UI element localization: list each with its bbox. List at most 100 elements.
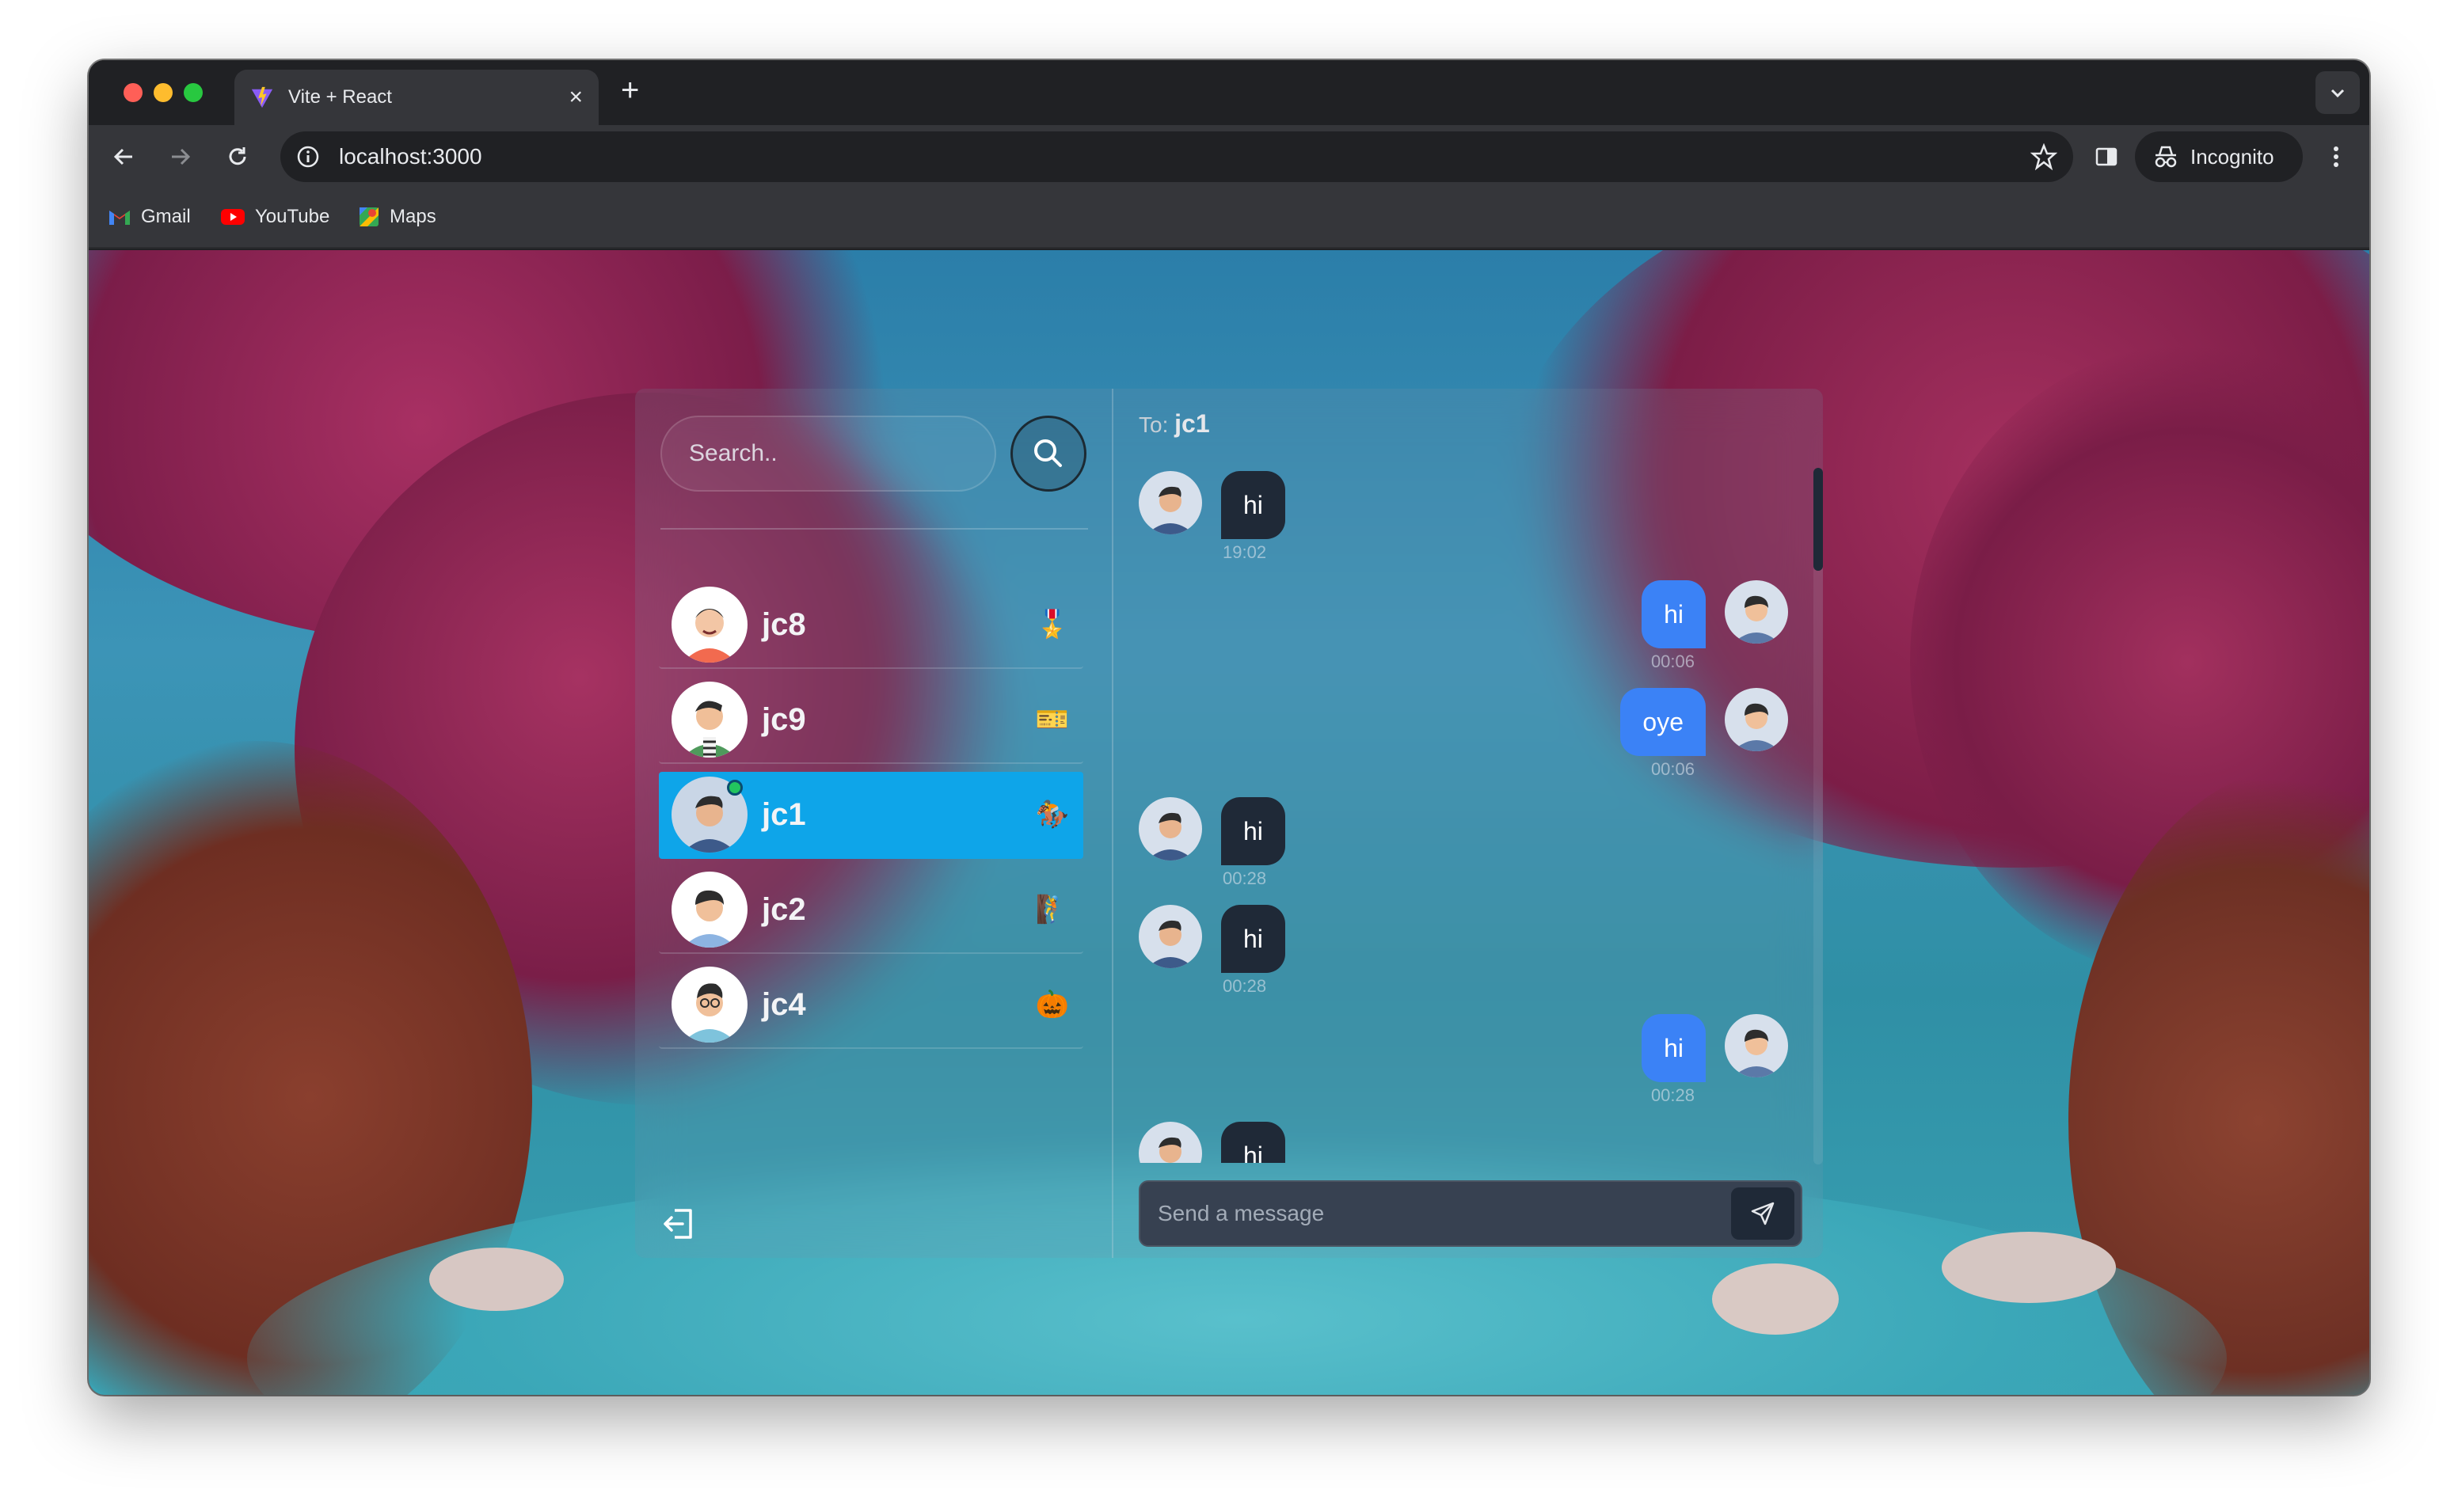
arrow-left-icon	[113, 148, 132, 165]
maps-icon	[360, 207, 379, 226]
chat-panel: jc8 🎖️	[635, 389, 1823, 1258]
sender-avatar	[1139, 905, 1202, 968]
user-avatar-icon	[672, 967, 748, 1043]
message-input[interactable]	[1158, 1201, 1731, 1226]
site-info-icon[interactable]	[296, 145, 320, 169]
reload-icon	[229, 147, 246, 165]
bookmark-label: YouTube	[255, 206, 330, 227]
conversation-list: jc8 🎖️ jc9 🎫 jc1 🏇 jc2 🧗 jc4 🎃	[659, 582, 1083, 1057]
side-panel-button[interactable]	[2092, 142, 2121, 171]
sender-avatar	[1725, 688, 1788, 751]
sender-avatar	[1139, 797, 1202, 860]
address-bar[interactable]: localhost:3000	[280, 131, 2073, 182]
to-label: To:	[1139, 412, 1169, 437]
message-bubble: hi	[1221, 1122, 1285, 1163]
bookmarks-bar: Gmail YouTube Maps	[89, 188, 2369, 249]
gmail-icon	[109, 211, 130, 225]
sender-avatar	[1139, 471, 1202, 534]
send-button[interactable]	[1731, 1187, 1794, 1240]
bookmark-gmail[interactable]: Gmail	[108, 206, 191, 228]
recipient-header: To: jc1	[1139, 409, 1210, 439]
new-tab-button[interactable]: +	[621, 74, 639, 106]
scrollbar-thumb[interactable]	[1813, 468, 1823, 571]
search-button[interactable]	[1010, 416, 1086, 492]
user-avatar-icon	[1139, 471, 1202, 534]
conversation-item-jc1[interactable]: jc1 🏇	[659, 772, 1083, 859]
sender-avatar	[1139, 1122, 1202, 1163]
minimize-window-button[interactable]	[154, 83, 173, 102]
side-panel-icon	[2095, 147, 2117, 166]
browser-tab[interactable]: Vite + React ×	[234, 70, 599, 125]
back-button[interactable]	[109, 142, 138, 171]
message-time: 00:06	[1650, 759, 1695, 779]
conversations-sidebar: jc8 🎖️	[635, 389, 1113, 1258]
arrow-right-icon	[172, 148, 191, 165]
chevron-down-icon	[2331, 89, 2345, 98]
message-bubble: hi	[1221, 905, 1285, 973]
incognito-icon	[2155, 146, 2177, 168]
conversation-emoji: 🎫	[1035, 704, 1070, 735]
message-time: 00:06	[1650, 652, 1695, 671]
user-avatar-icon	[672, 872, 748, 948]
conversation-emoji: 🎖️	[1035, 609, 1070, 640]
conversation-name: jc8	[762, 606, 806, 642]
messages-area: To: jc1 hi 19:02 hi 00:06 oye 00:06 hi 0…	[1115, 389, 1823, 1258]
bookmark-maps[interactable]: Maps	[358, 206, 436, 228]
bookmark-youtube[interactable]: YouTube	[220, 206, 329, 228]
bookmark-label: Gmail	[141, 206, 191, 227]
conversation-name: jc2	[762, 891, 806, 927]
user-avatar-icon	[1725, 580, 1788, 644]
conversation-item-jc8[interactable]: jc8 🎖️	[659, 582, 1083, 669]
tab-title: Vite + React	[288, 86, 392, 108]
logout-icon[interactable]	[660, 1206, 697, 1242]
message-bubble: oye	[1620, 688, 1706, 756]
browser-toolbar: localhost:3000 Incognito	[89, 125, 2369, 188]
message-time: 00:28	[1223, 976, 1267, 996]
conversation-name: jc9	[762, 701, 806, 737]
avatar	[672, 872, 748, 948]
browser-menu-button[interactable]	[2322, 142, 2350, 171]
incognito-profile-button[interactable]: Incognito	[2135, 131, 2303, 182]
bookmark-star-icon[interactable]	[2030, 143, 2057, 170]
conversation-name: jc1	[762, 796, 806, 832]
sidebar-divider	[660, 528, 1088, 530]
conversation-item-jc2[interactable]: jc2 🧗	[659, 867, 1083, 954]
message-list[interactable]: hi 19:02 hi 00:06 oye 00:06 hi 00:28 hi …	[1115, 462, 1823, 1163]
search-input[interactable]	[660, 416, 996, 492]
maximize-window-button[interactable]	[184, 83, 203, 102]
recipient-name: jc1	[1174, 409, 1210, 438]
message-composer	[1139, 1180, 1802, 1247]
avatar	[672, 967, 748, 1043]
message-bubble: hi	[1221, 797, 1285, 865]
user-avatar-icon	[1139, 1122, 1202, 1163]
user-avatar-icon	[672, 587, 748, 663]
browser-window: Vite + React × + localhost:3000 Incognit…	[89, 60, 2369, 1395]
sender-avatar	[1725, 580, 1788, 644]
profile-label: Incognito	[2190, 144, 2274, 169]
youtube-icon	[221, 209, 245, 225]
url-text: localhost:3000	[339, 144, 482, 169]
user-avatar-icon	[1139, 797, 1202, 860]
close-tab-icon[interactable]: ×	[569, 85, 583, 109]
vite-icon	[251, 86, 273, 108]
conversation-item-jc4[interactable]: jc4 🎃	[659, 962, 1083, 1049]
conversation-emoji: 🧗	[1035, 894, 1070, 925]
conversation-name: jc4	[762, 986, 806, 1022]
message-time: 00:28	[1223, 868, 1267, 888]
message-bubble: hi	[1642, 580, 1706, 648]
tab-search-button[interactable]	[2315, 71, 2360, 114]
bookmark-label: Maps	[390, 206, 436, 227]
user-avatar-icon	[672, 682, 748, 758]
close-window-button[interactable]	[124, 83, 143, 102]
tab-strip: Vite + React × +	[89, 60, 2369, 125]
message-scrollbar[interactable]	[1813, 468, 1823, 1164]
kebab-menu-icon	[2334, 146, 2338, 167]
send-icon	[1751, 1202, 1775, 1225]
message-time: 00:28	[1650, 1085, 1695, 1105]
conversation-item-jc9[interactable]: jc9 🎫	[659, 677, 1083, 764]
reload-button[interactable]	[223, 142, 252, 171]
user-avatar-icon	[1725, 688, 1788, 751]
sender-avatar	[1725, 1014, 1788, 1077]
forward-button[interactable]	[166, 142, 195, 171]
avatar	[672, 587, 748, 663]
